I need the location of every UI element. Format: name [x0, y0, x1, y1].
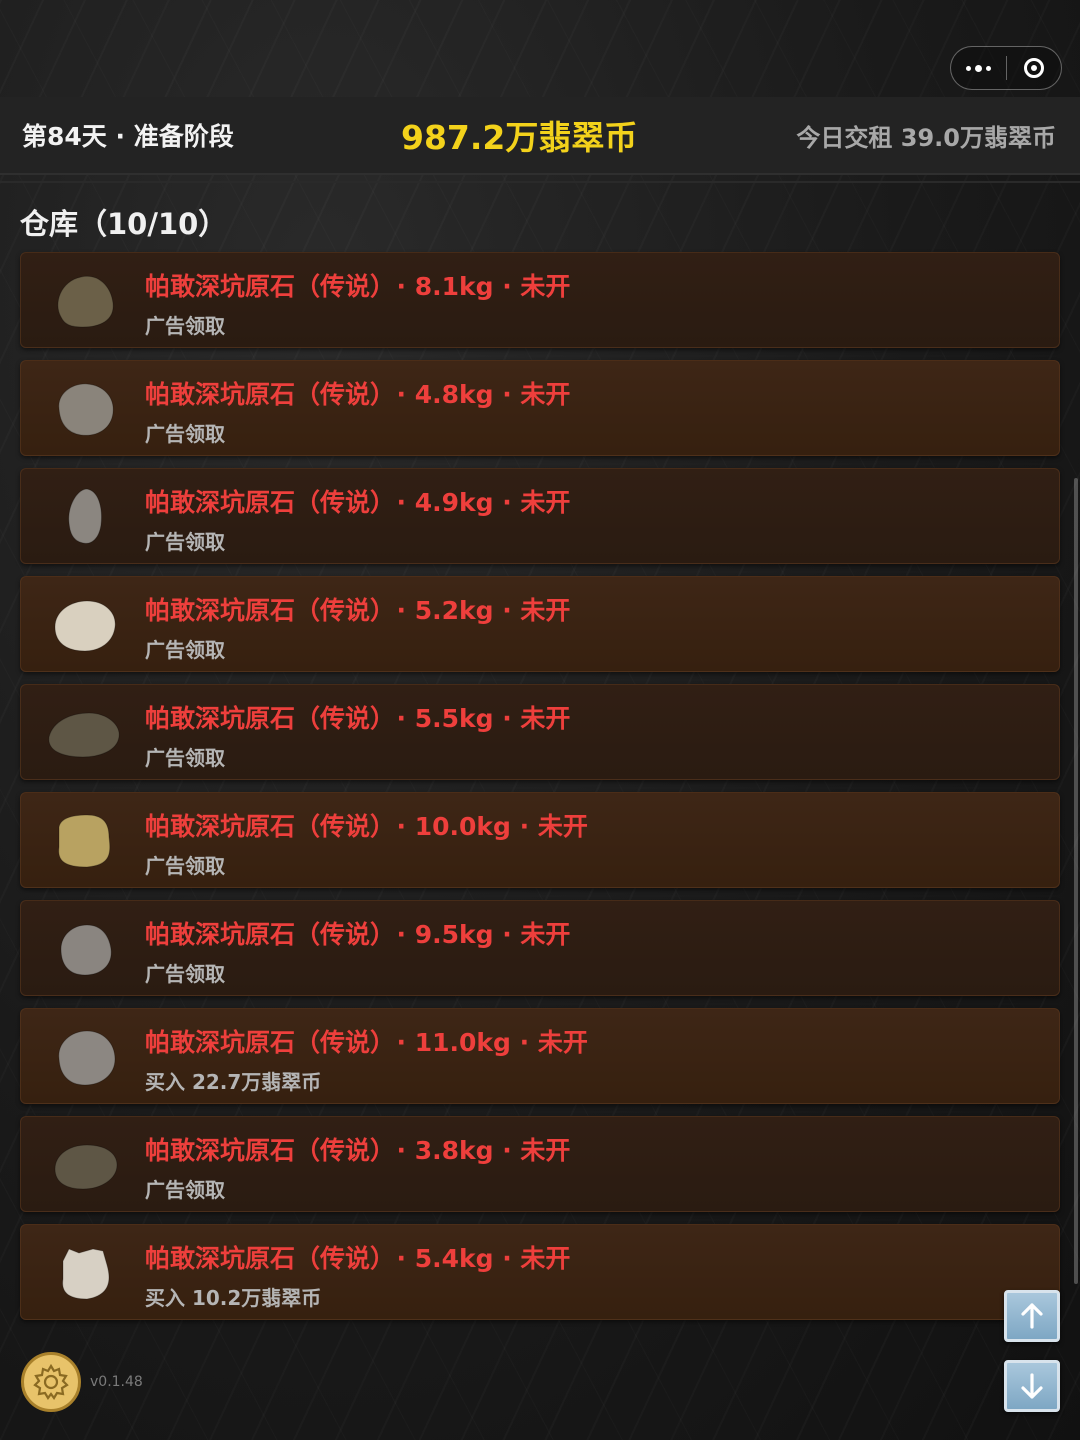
item-title: 帕敢深坑原石（传说） · 5.2kg · 未开	[145, 591, 570, 627]
divider	[0, 181, 1080, 183]
day-phase-label: 第84天 · 准备阶段	[22, 122, 234, 151]
warehouse-item[interactable]: 帕敢深坑原石（传说） · 4.9kg · 未开广告领取	[20, 468, 1060, 564]
raw-stone-icon	[47, 1131, 125, 1197]
item-name: 帕敢深坑原石（传说）	[145, 1028, 383, 1057]
warehouse-item[interactable]: 帕敢深坑原石（传说） · 3.8kg · 未开广告领取	[20, 1116, 1060, 1212]
item-title: 帕敢深坑原石（传说） · 3.8kg · 未开	[145, 1131, 570, 1167]
item-name: 帕敢深坑原石（传说）	[145, 596, 383, 625]
scrollbar[interactable]	[1074, 478, 1078, 1284]
item-name: 帕敢深坑原石（传说）	[145, 1136, 383, 1165]
miniprogram-capsule	[950, 46, 1062, 90]
item-name: 帕敢深坑原石（传说）	[145, 1244, 383, 1273]
raw-stone-icon	[47, 375, 125, 441]
raw-stone-icon	[47, 591, 125, 657]
item-detail: · 4.8kg · 未开	[396, 380, 571, 409]
item-title: 帕敢深坑原石（传说） · 4.8kg · 未开	[145, 375, 570, 411]
item-title: 帕敢深坑原石（传说） · 5.5kg · 未开	[145, 699, 570, 735]
item-detail: · 5.5kg · 未开	[396, 704, 571, 733]
item-detail: · 8.1kg · 未开	[396, 272, 571, 301]
warehouse-list: 帕敢深坑原石（传说） · 8.1kg · 未开 广告领取 帕敢深坑原石（传说） · 4.…	[20, 252, 1060, 1332]
raw-stone-icon	[47, 1023, 125, 1089]
item-detail: · 10.0kg · 未开	[396, 812, 588, 841]
more-dots-icon	[965, 64, 991, 72]
item-detail: · 4.9kg · 未开	[396, 488, 571, 517]
raw-stone-icon	[47, 915, 125, 981]
raw-stone-icon	[47, 807, 125, 873]
arrow-up-icon	[1021, 1303, 1043, 1329]
item-source: 买入 22.7万翡翠币	[145, 1070, 322, 1094]
warehouse-item[interactable]: 帕敢深坑原石（传说） · 8.1kg · 未开广告领取	[20, 252, 1060, 348]
item-name: 帕敢深坑原石（传说）	[145, 704, 383, 733]
arrow-down-icon	[1021, 1373, 1043, 1399]
raw-stone-icon	[47, 1239, 125, 1305]
warehouse-item[interactable]: 帕敢深坑原石（传说） · 9.5kg · 未开广告领取	[20, 900, 1060, 996]
item-source: 买入 10.2万翡翠币	[145, 1286, 322, 1310]
warehouse-item[interactable]: 帕敢深坑原石（传说） · 5.4kg · 未开买入 10.2万翡翠币	[20, 1224, 1060, 1320]
warehouse-item[interactable]: 帕敢深坑原石（传说） · 4.8kg · 未开广告领取	[20, 360, 1060, 456]
gear-icon	[33, 1363, 69, 1400]
warehouse-item[interactable]: 帕敢深坑原石（传说） · 5.2kg · 未开广告领取	[20, 576, 1060, 672]
raw-stone-icon	[47, 699, 125, 765]
item-detail: · 5.4kg · 未开	[396, 1244, 571, 1273]
item-source: 广告领取	[145, 854, 225, 878]
item-source: 广告领取	[145, 1178, 225, 1202]
target-icon	[1023, 58, 1044, 78]
item-source: 广告领取	[145, 314, 225, 338]
settings-button[interactable]	[21, 1352, 81, 1412]
item-title: 帕敢深坑原石（传说） · 11.0kg · 未开	[145, 1023, 588, 1059]
close-miniprogram-button[interactable]	[1007, 47, 1062, 89]
status-bar: 第84天 · 准备阶段 987.2万翡翠币 今日交租 39.0万翡翠币	[0, 97, 1080, 175]
more-menu-button[interactable]	[951, 47, 1006, 89]
scroll-up-button[interactable]	[1004, 1290, 1060, 1342]
item-name: 帕敢深坑原石（传说）	[145, 488, 383, 517]
warehouse-item[interactable]: 帕敢深坑原石（传说） · 10.0kg · 未开广告领取	[20, 792, 1060, 888]
raw-stone-icon	[47, 483, 125, 549]
warehouse-item[interactable]: 帕敢深坑原石（传说） · 5.5kg · 未开广告领取	[20, 684, 1060, 780]
warehouse-title: 仓库（10/10）	[20, 207, 228, 241]
item-title: 帕敢深坑原石（传说） · 4.9kg · 未开	[145, 483, 570, 519]
item-title: 帕敢深坑原石（传说） · 5.4kg · 未开	[145, 1239, 570, 1275]
item-source: 广告领取	[145, 746, 225, 770]
item-name: 帕敢深坑原石（传说）	[145, 272, 383, 301]
raw-stone-icon	[47, 267, 125, 333]
item-detail: · 11.0kg · 未开	[396, 1028, 588, 1057]
item-title: 帕敢深坑原石（传说） · 9.5kg · 未开	[145, 915, 570, 951]
item-source: 广告领取	[145, 422, 225, 446]
scroll-down-button[interactable]	[1004, 1360, 1060, 1412]
item-name: 帕敢深坑原石（传说）	[145, 920, 383, 949]
item-source: 广告领取	[145, 962, 225, 986]
daily-rent-label: 今日交租 39.0万翡翠币	[796, 124, 1056, 152]
item-title: 帕敢深坑原石（传说） · 8.1kg · 未开	[145, 267, 570, 303]
item-detail: · 9.5kg · 未开	[396, 920, 571, 949]
version-label: v0.1.48	[90, 1374, 143, 1390]
item-detail: · 5.2kg · 未开	[396, 596, 571, 625]
item-source: 广告领取	[145, 638, 225, 662]
balance-label: 987.2万翡翠币	[401, 118, 638, 157]
item-name: 帕敢深坑原石（传说）	[145, 380, 383, 409]
item-title: 帕敢深坑原石（传说） · 10.0kg · 未开	[145, 807, 588, 843]
item-name: 帕敢深坑原石（传说）	[145, 812, 383, 841]
warehouse-item[interactable]: 帕敢深坑原石（传说） · 11.0kg · 未开买入 22.7万翡翠币	[20, 1008, 1060, 1104]
item-detail: · 3.8kg · 未开	[396, 1136, 571, 1165]
item-source: 广告领取	[145, 530, 225, 554]
